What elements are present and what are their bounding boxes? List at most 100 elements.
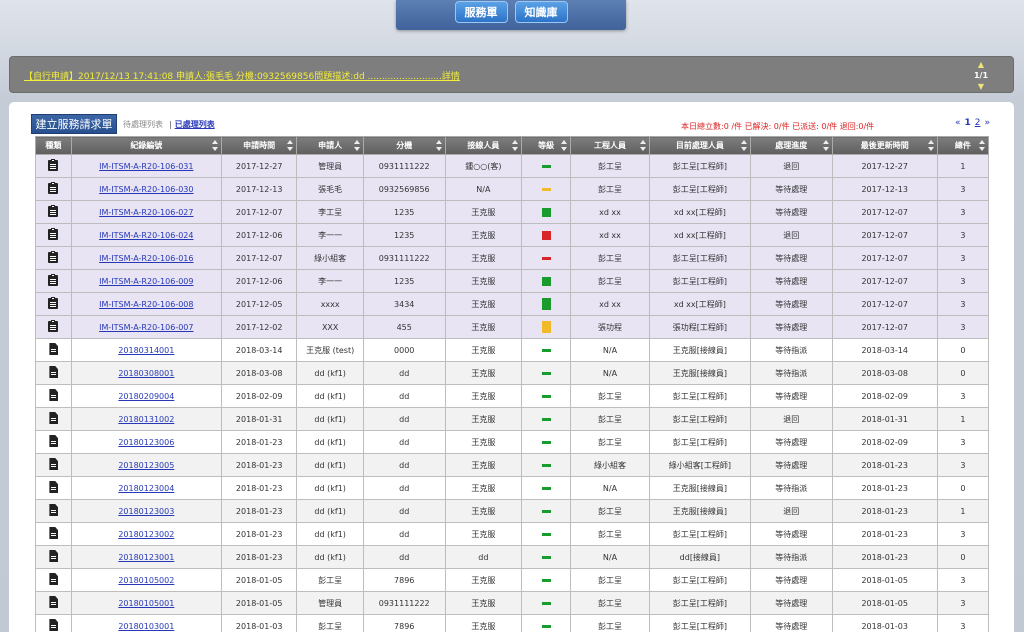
record-link[interactable]: IM-ITSM-A-R20-106-008 [99,300,193,309]
sort-icon[interactable] [353,140,360,151]
cell-request-time: 2018-01-23 [220,453,298,477]
cell-receiver: 王克服 [444,499,523,523]
cell-applicant: dd (kf1) [296,499,364,523]
sort-icon[interactable] [639,140,646,151]
priority-indicator [541,164,551,168]
sort-icon[interactable] [435,140,442,151]
record-link[interactable]: 20180123004 [118,484,174,493]
table-row[interactable]: 20180123002 2018-01-23 dd (kf1) dd 王克服 彭工呈 彭工呈… [35,522,990,546]
column-header-total[interactable]: 總件 [936,136,990,155]
cell-applicant: XXX [296,315,364,339]
clipboard-icon [48,320,59,332]
doc-icon [48,527,58,539]
record-link[interactable]: IM-ITSM-A-R20-106-016 [99,254,193,263]
table-row[interactable]: 20180123006 2018-01-23 dd (kf1) dd 王克服 彭工呈 彭工呈… [35,430,990,454]
table-row[interactable]: 20180308001 2018-03-08 dd (kf1) dd 王克服 N/A 王克服… [35,361,990,385]
cell-engineer: 彭工呈 [570,177,650,201]
column-header-level[interactable]: 等級 [521,136,572,155]
record-link[interactable]: 20180131002 [118,415,174,424]
doc-icon [48,619,58,631]
record-link[interactable]: IM-ITSM-A-R20-106-024 [99,231,193,240]
page-2-link[interactable]: 2 [975,118,981,128]
cell-level [521,591,572,615]
table-row[interactable]: IM-ITSM-A-R20-106-030 2017-12-13 張毛毛 093256… [35,177,990,201]
column-header-last-updated[interactable]: 最後更新時間 [831,136,938,155]
cell-last-updated: 2018-02-09 [831,430,938,454]
cell-total: 1 [936,407,990,431]
cell-engineer: 彭工呈 [570,430,650,454]
doc-icon [48,343,58,355]
cell-applicant: dd (kf1) [296,476,364,500]
column-header-request-time[interactable]: 申請時間 [220,136,298,155]
record-link[interactable]: 20180103001 [118,622,174,631]
tab-done[interactable]: 已處理列表 [175,120,215,129]
table-row[interactable]: IM-ITSM-A-R20-106-031 2017-12-27 管理員 093111… [35,154,990,178]
record-link[interactable]: 20180209004 [118,392,174,401]
sort-icon[interactable] [927,140,934,151]
table-row[interactable]: IM-ITSM-A-R20-106-024 2017-12-06 李一一 1235 王克… [35,223,990,247]
cell-level [521,315,572,339]
table-row[interactable]: 20180123005 2018-01-23 dd (kf1) dd 王克服 綠小組客 綠小… [35,453,990,477]
column-header-engineer[interactable]: 工程人員 [570,136,650,155]
column-header-receiver[interactable]: 接線人員 [444,136,523,155]
record-link[interactable]: IM-ITSM-A-R20-106-027 [99,208,193,217]
cell-applicant: 李一一 [296,223,364,247]
table-row[interactable]: 20180103001 2018-01-03 彭工呈 7896 王克服 彭工呈 彭工呈[工程… [35,614,990,632]
record-link[interactable]: 20180123002 [118,530,174,539]
record-link[interactable]: IM-ITSM-A-R20-106-009 [99,277,193,286]
record-link[interactable]: 20180123006 [118,438,174,447]
table-row[interactable]: IM-ITSM-A-R20-106-007 2017-12-02 XXX 455 王克服… [35,315,990,339]
record-link[interactable]: 20180105002 [118,576,174,585]
record-link[interactable]: IM-ITSM-A-R20-106-030 [99,185,193,194]
tab-pending[interactable]: 待處理列表 [123,120,163,129]
record-link[interactable]: IM-ITSM-A-R20-106-031 [99,162,193,171]
page-1-link[interactable]: 1 [964,118,970,128]
announcement-link[interactable]: 【自行申請】2017/12/13 17:41:08 申請人:張毛毛 分機:093… [24,69,460,82]
table-row[interactable]: IM-ITSM-A-R20-106-008 2017-12-05 xxxx 3434 王… [35,292,990,316]
sort-icon[interactable] [512,140,519,151]
sort-icon[interactable] [287,140,294,151]
table-row[interactable]: 20180105002 2018-01-05 彭工呈 7896 王克服 彭工呈 彭工呈[工程… [35,568,990,592]
table-row[interactable]: 20180209004 2018-02-09 dd (kf1) dd 王克服 彭工呈 彭工呈… [35,384,990,408]
column-header-progress[interactable]: 處理進度 [749,136,833,155]
column-header-applicant[interactable]: 申請人 [296,136,364,155]
triangle-up-icon[interactable]: ▲ [971,59,991,70]
prev-page-link[interactable]: « [955,118,961,128]
record-link[interactable]: 20180314001 [118,346,174,355]
sort-icon[interactable] [740,140,747,151]
table-row[interactable]: 20180123003 2018-01-23 dd (kf1) dd 王克服 彭工呈 王克服… [35,499,990,523]
record-link[interactable]: 20180105001 [118,599,174,608]
cell-total: 3 [936,269,990,293]
sort-icon[interactable] [211,140,218,151]
record-link[interactable]: IM-ITSM-A-R20-106-007 [99,323,193,332]
table-row[interactable]: IM-ITSM-A-R20-106-027 2017-12-07 李工呈 1235 王克… [35,200,990,224]
service-ticket-button[interactable]: 服務單 [454,1,508,23]
table-row[interactable]: 20180105001 2018-01-05 管理員 0931111222 王克服 彭工呈… [35,591,990,615]
sort-icon[interactable] [561,140,568,151]
record-link[interactable]: 20180123003 [118,507,174,516]
column-header-current-handler[interactable]: 目前處理人員 [648,136,751,155]
record-link[interactable]: 20180123005 [118,461,174,470]
record-link[interactable]: 20180308001 [118,369,174,378]
table-row[interactable]: 20180123004 2018-01-23 dd (kf1) dd 王克服 N/A 王克服… [35,476,990,500]
column-header-kind[interactable]: 種類 [35,136,72,155]
table-row[interactable]: 20180131002 2018-01-31 dd (kf1) dd 王克服 彭工呈 彭工呈… [35,407,990,431]
next-page-link[interactable]: » [984,118,990,128]
triangle-down-icon[interactable]: ▼ [971,81,991,92]
cell-level [521,223,572,247]
sort-icon[interactable] [979,140,985,151]
column-header-extension[interactable]: 分機 [362,136,446,155]
column-header-record-id[interactable]: 紀錄編號 [70,136,222,155]
cell-record-id: IM-ITSM-A-R20-106-031 [70,154,222,178]
knowledge-base-button[interactable]: 知識庫 [514,1,568,23]
sort-icon[interactable] [822,140,829,151]
cell-receiver: 王克服 [444,430,523,454]
table-row[interactable]: 20180123001 2018-01-23 dd (kf1) dd dd N/A dd[接… [35,545,990,569]
table-row[interactable]: IM-ITSM-A-R20-106-009 2017-12-06 李一一 1235 王克… [35,269,990,293]
record-link[interactable]: 20180123001 [118,553,174,562]
table-row[interactable]: IM-ITSM-A-R20-106-016 2017-12-07 綠小組客 09311… [35,246,990,270]
table-row[interactable]: 20180314001 2018-03-14 王克服 (test) 0000 王克服 N/… [35,338,990,362]
new-request-button[interactable]: 建立服務請求單 [31,114,117,134]
cell-last-updated: 2017-12-07 [831,223,938,247]
cell-kind [35,154,72,178]
